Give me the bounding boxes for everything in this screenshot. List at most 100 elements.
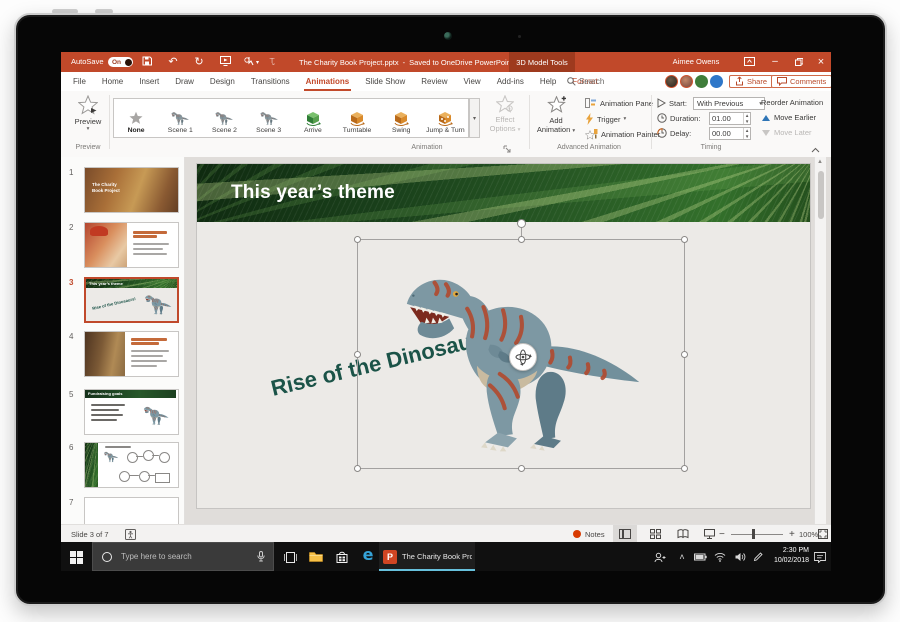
wifi-icon[interactable] <box>713 550 727 564</box>
avatar[interactable] <box>665 75 678 88</box>
normal-view-button[interactable] <box>613 525 637 543</box>
resize-handle-s[interactable] <box>518 465 525 472</box>
preview-button[interactable]: Preview ▾ <box>69 95 107 132</box>
close-button[interactable]: × <box>813 52 829 72</box>
gallery-more-button[interactable]: ▾ <box>469 98 480 138</box>
people-icon[interactable] <box>653 550 667 564</box>
edge-browser-icon[interactable]: e <box>361 547 375 561</box>
gallery-item-scene-2[interactable]: Scene 2 <box>202 99 246 137</box>
scrollbar-thumb[interactable] <box>818 171 824 219</box>
tab-slide-show[interactable]: Slide Show <box>363 72 407 91</box>
show-hidden-icons-chevron[interactable]: ˄ <box>675 550 689 564</box>
slide-thumbnail-6[interactable] <box>84 442 179 488</box>
rotate-handle[interactable] <box>517 219 526 228</box>
slide-thumbnail-2[interactable] <box>84 222 179 268</box>
trigger-button[interactable]: Trigger ▾ <box>585 113 626 125</box>
restore-button[interactable] <box>791 52 807 72</box>
search-input[interactable] <box>119 551 257 562</box>
delay-input[interactable] <box>710 129 743 138</box>
tab-file[interactable]: File <box>71 72 88 91</box>
autosave-toggle[interactable]: On <box>108 57 133 67</box>
battery-icon[interactable] <box>693 550 707 564</box>
duration-input[interactable] <box>710 114 743 123</box>
resize-handle-w[interactable] <box>354 351 361 358</box>
gallery-item-scene-1[interactable]: Scene 1 <box>158 99 202 137</box>
pen-icon[interactable] <box>751 550 765 564</box>
tab-animations[interactable]: Animations <box>304 72 352 91</box>
tab-review[interactable]: Review <box>419 72 449 91</box>
task-view-button[interactable] <box>283 550 297 564</box>
avatar[interactable] <box>710 75 723 88</box>
fit-to-window-icon[interactable] <box>818 525 828 543</box>
zoom-out-button[interactable]: − <box>719 525 725 543</box>
zoom-level[interactable]: 100% <box>799 525 818 543</box>
scroll-up-arrow[interactable]: ▲ <box>817 159 823 165</box>
slide-thumbnail-4[interactable] <box>84 331 179 377</box>
resize-handle-nw[interactable] <box>354 236 361 243</box>
resize-handle-n[interactable] <box>518 236 525 243</box>
windows-start-button[interactable] <box>69 550 83 564</box>
save-icon[interactable] <box>141 56 153 68</box>
tab-add-ins[interactable]: Add-ins <box>495 72 526 91</box>
speaker-icon[interactable] <box>733 550 747 564</box>
slide-title-banner[interactable]: This year’s theme <box>197 164 810 222</box>
redo-icon[interactable]: ↻ <box>193 56 205 68</box>
microphone-icon[interactable] <box>257 551 265 562</box>
touch-mode-caret[interactable]: ▾ <box>256 59 259 66</box>
slide-thumbnail-3-selected[interactable]: This year’s theme Rise of the Dinosaurs! <box>84 277 179 323</box>
taskbar-search[interactable] <box>92 542 274 571</box>
delay-spinner[interactable]: ▲▼ <box>743 128 750 139</box>
3d-rotate-control[interactable] <box>509 343 537 371</box>
slideshow-view-button[interactable] <box>697 525 721 543</box>
start-dropdown[interactable]: With Previous ▾ <box>693 97 765 110</box>
move-earlier-button[interactable]: Move Earlier <box>761 113 816 122</box>
contextual-tab-3d-model-tools[interactable]: 3D Model Tools <box>509 52 575 72</box>
resize-handle-e[interactable] <box>681 351 688 358</box>
file-explorer-icon[interactable] <box>309 550 323 564</box>
notes-button[interactable]: Notes <box>573 525 605 543</box>
touch-mode-icon[interactable] <box>243 56 255 68</box>
gallery-item-none[interactable]: None <box>114 99 158 137</box>
add-animation-button[interactable]: Add Animation ▾ <box>533 95 579 134</box>
minimize-button[interactable]: – <box>767 52 783 72</box>
duration-spinner[interactable]: ▲▼ <box>743 113 750 124</box>
gallery-item-arrive[interactable]: Arrive <box>291 99 335 137</box>
animation-painter-button[interactable]: Animation Painter <box>585 128 660 140</box>
zoom-slider-track[interactable] <box>731 534 783 535</box>
dialog-launcher-icon[interactable] <box>503 145 511 153</box>
ribbon-display-options-icon[interactable] <box>741 52 757 72</box>
tab-design[interactable]: Design <box>208 72 237 91</box>
share-button[interactable]: Share <box>729 75 773 88</box>
gallery-item-scene-3[interactable]: Scene 3 <box>247 99 291 137</box>
delay-field[interactable]: ▲▼ <box>709 127 751 140</box>
tab-home[interactable]: Home <box>100 72 125 91</box>
resize-handle-ne[interactable] <box>681 236 688 243</box>
collapse-ribbon-icon[interactable] <box>811 147 820 153</box>
vertical-scrollbar[interactable]: ▲ <box>814 157 826 524</box>
ribbon-search[interactable]: Search <box>567 72 604 91</box>
action-center-icon[interactable] <box>813 550 827 564</box>
slide-thumbnail-7[interactable] <box>84 497 179 524</box>
microsoft-store-icon[interactable] <box>335 550 349 564</box>
slide-sorter-view-button[interactable] <box>643 525 667 543</box>
slide-thumbnail-5[interactable]: Fundraising goals <box>84 389 179 435</box>
zoom-slider-knob[interactable] <box>752 529 755 539</box>
tab-draw[interactable]: Draw <box>173 72 196 91</box>
animation-pane-button[interactable]: Animation Pane <box>585 98 653 108</box>
taskbar-clock[interactable]: 2:30 PM 10/02/2018 <box>765 546 809 566</box>
tab-view[interactable]: View <box>461 72 482 91</box>
gallery-item-jump-turn[interactable]: Jump & Turn <box>423 99 467 137</box>
duration-field[interactable]: ▲▼ <box>709 112 751 125</box>
tab-transitions[interactable]: Transitions <box>249 72 292 91</box>
resize-handle-se[interactable] <box>681 465 688 472</box>
undo-icon[interactable]: ↶ <box>167 56 179 68</box>
avatar[interactable] <box>695 75 708 88</box>
gallery-item-swing[interactable]: Swing <box>379 99 423 137</box>
slide-thumbnail-1[interactable]: The Charity Book Project <box>84 167 179 213</box>
resize-handle-sw[interactable] <box>354 465 361 472</box>
avatar[interactable] <box>680 75 693 88</box>
comments-button[interactable]: Comments <box>771 75 831 88</box>
gallery-item-turntable[interactable]: Turntable <box>335 99 379 137</box>
start-from-beginning-icon[interactable] <box>219 56 231 68</box>
tab-help[interactable]: Help <box>538 72 558 91</box>
